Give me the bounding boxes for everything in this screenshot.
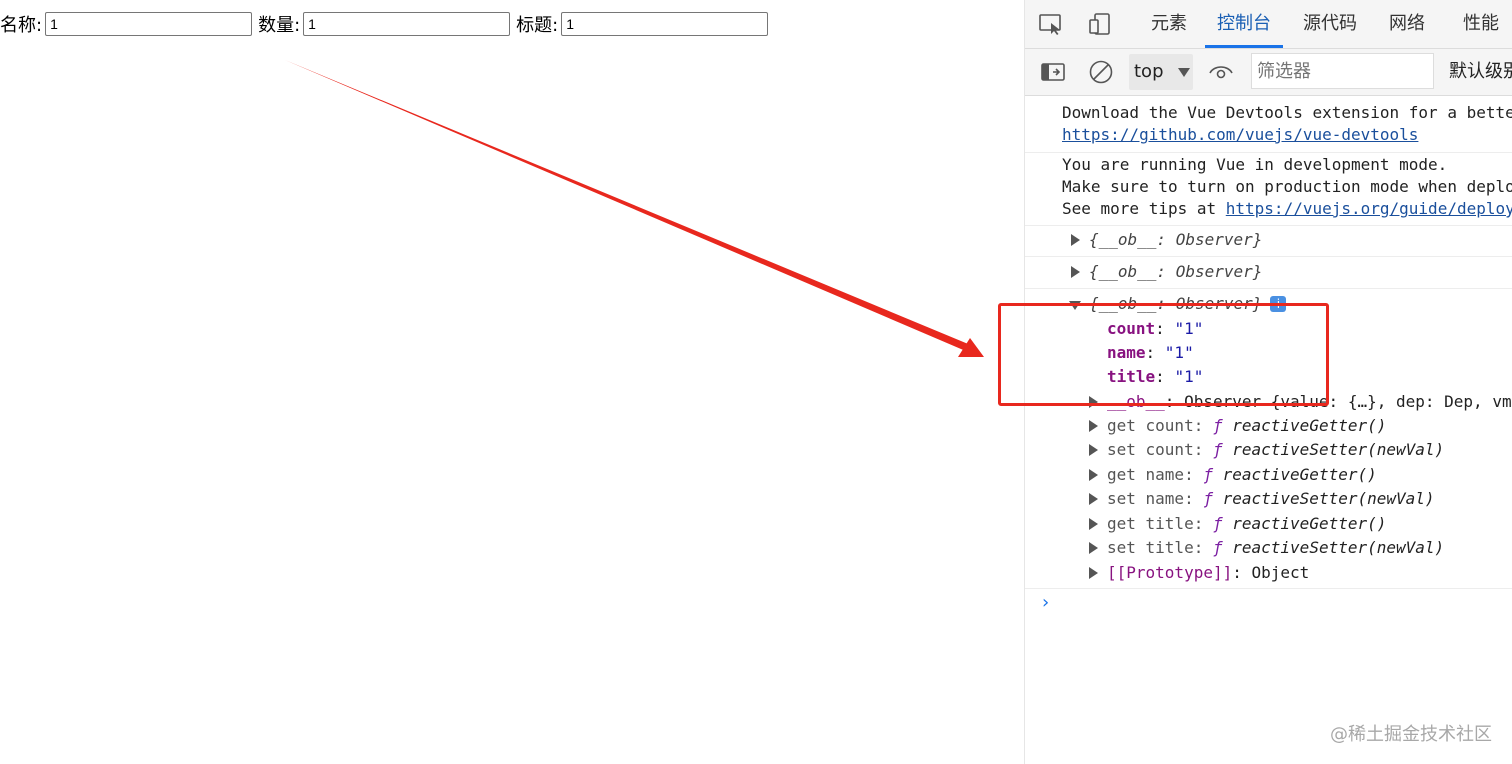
- name-label: 名称:: [0, 15, 43, 36]
- expand-triangle-icon[interactable]: [1071, 266, 1080, 278]
- count-input[interactable]: [303, 12, 511, 36]
- title-input[interactable]: [561, 12, 769, 36]
- console-message-dev-mode-3: See more tips at https://vuejs.org/guide…: [1062, 198, 1512, 220]
- expand-triangle-icon[interactable]: [1071, 234, 1080, 246]
- console-message-devtools: Download the Vue Devtools extension for …: [1062, 103, 1512, 122]
- tab-console[interactable]: 控制台: [1205, 0, 1283, 48]
- expand-triangle-icon[interactable]: [1089, 420, 1098, 432]
- chevron-down-icon: [1178, 68, 1190, 77]
- title-label: 标题:: [516, 15, 559, 36]
- sidebar-toggle-icon[interactable]: [1041, 60, 1065, 84]
- context-select[interactable]: top: [1129, 54, 1193, 90]
- expand-triangle-icon[interactable]: [1089, 542, 1098, 554]
- accessor-set-title[interactable]: set title: ƒ reactiveSetter(newVal): [1107, 537, 1444, 559]
- context-select-value: top: [1134, 61, 1164, 82]
- console-divider: [1025, 152, 1512, 153]
- count-label: 数量:: [258, 15, 301, 36]
- console-object-collapsed[interactable]: {__ob__: Observer}: [1089, 229, 1262, 251]
- watermark: @稀土掘金技术社区: [1330, 724, 1492, 745]
- tab-performance[interactable]: 性能: [1463, 0, 1499, 48]
- console-divider: [1025, 588, 1512, 589]
- tab-sources[interactable]: 源代码: [1303, 0, 1357, 48]
- accessor-get-name[interactable]: get name: ƒ reactiveGetter(): [1107, 464, 1377, 486]
- console-divider: [1025, 256, 1512, 257]
- log-levels-dropdown[interactable]: 默认级别: [1449, 49, 1512, 95]
- console-object-collapsed[interactable]: {__ob__: Observer}: [1089, 261, 1262, 283]
- vue-form: 名称: 数量: 标题:: [0, 11, 774, 37]
- tab-network[interactable]: 网络: [1389, 0, 1425, 48]
- console-divider: [1025, 225, 1512, 226]
- vue-devtools-link[interactable]: https://github.com/vuejs/vue-devtools: [1062, 124, 1418, 146]
- accessor-get-count[interactable]: get count: ƒ reactiveGetter(): [1107, 415, 1386, 437]
- expand-triangle-icon[interactable]: [1089, 469, 1098, 481]
- console-toolbar: top 默认级别: [1025, 49, 1512, 96]
- tips-prefix: See more tips at: [1062, 199, 1226, 218]
- device-toolbar-icon[interactable]: [1089, 13, 1113, 35]
- live-expression-eye-icon[interactable]: [1209, 60, 1233, 84]
- highlight-box: [998, 303, 1329, 406]
- tab-elements[interactable]: 元素: [1151, 0, 1187, 48]
- expand-triangle-icon[interactable]: [1089, 493, 1098, 505]
- vue-deployment-link[interactable]: https://vuejs.org/guide/deployment.html: [1226, 199, 1512, 218]
- name-input[interactable]: [45, 12, 253, 36]
- expand-triangle-icon[interactable]: [1089, 518, 1098, 530]
- accessor-set-count[interactable]: set count: ƒ reactiveSetter(newVal): [1107, 439, 1444, 461]
- object-prototype[interactable]: [[Prototype]]: Object: [1107, 562, 1309, 584]
- clear-console-icon[interactable]: [1089, 60, 1113, 84]
- accessor-get-title[interactable]: get title: ƒ reactiveGetter(): [1107, 513, 1386, 535]
- devtools-tabbar: 元素 控制台 源代码 网络 性能: [1025, 0, 1512, 49]
- accessor-set-name[interactable]: set name: ƒ reactiveSetter(newVal): [1107, 488, 1435, 510]
- expand-triangle-icon[interactable]: [1089, 567, 1098, 579]
- console-filter-input[interactable]: [1251, 53, 1434, 89]
- inspect-element-icon[interactable]: [1039, 13, 1063, 35]
- expand-triangle-icon[interactable]: [1089, 444, 1098, 456]
- console-prompt-icon[interactable]: ›: [1042, 592, 1049, 613]
- console-message-dev-mode-1: You are running Vue in development mode.: [1062, 155, 1448, 174]
- console-message-dev-mode-2: Make sure to turn on production mode whe…: [1062, 177, 1512, 196]
- console-divider: [1025, 288, 1512, 289]
